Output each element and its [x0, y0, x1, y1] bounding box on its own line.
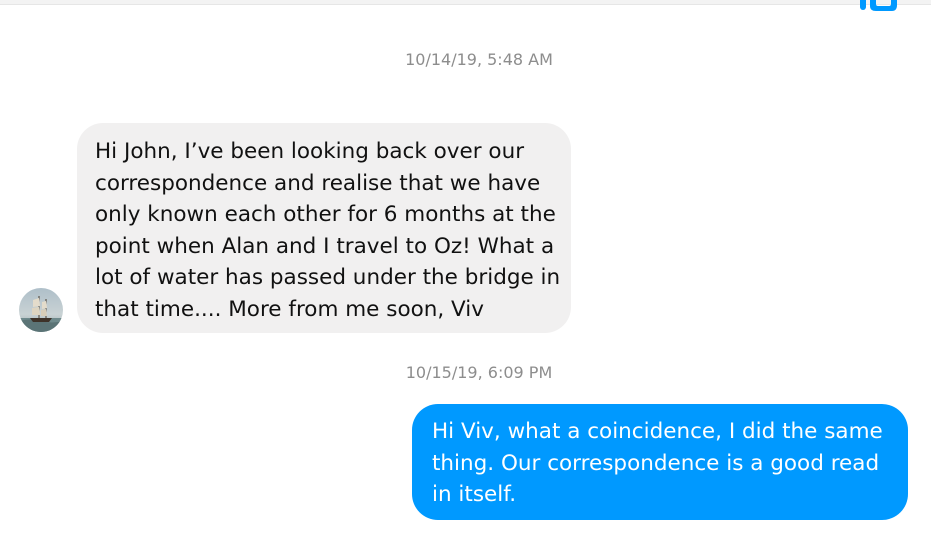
conversation-view: 10/14/19, 5:48 AM Hi John, I’ve been loo: [0, 0, 931, 543]
contact-avatar[interactable]: [19, 288, 63, 332]
message-text-line: Hi John, I’ve been looking back over our: [95, 139, 525, 164]
message-text-line: only known each other for 6 months at th…: [95, 202, 556, 227]
incoming-message-bubble[interactable]: Hi John, I’ve been looking back over our…: [77, 123, 571, 333]
message-text-line: in itself.: [432, 482, 517, 507]
message-text-line: that time.... More from me soon, Viv: [95, 296, 484, 322]
message-timestamp: 10/14/19, 5:48 AM: [405, 50, 553, 69]
message-text-line: lot of water has passed under the bridge…: [95, 265, 561, 290]
message-text-line: correspondence and realise that we have: [95, 170, 541, 196]
message-timestamp: 10/15/19, 6:09 PM: [405, 363, 553, 382]
header-divider: [0, 0, 931, 5]
messenger-logo-icon[interactable]: [858, 0, 898, 12]
outgoing-message-bubble[interactable]: Hi Viv, what a coincidence, I did the sa…: [412, 404, 908, 520]
message-text-line: point when Alan and I travel to Oz! What…: [95, 233, 555, 259]
sailing-ship-avatar: [19, 288, 63, 332]
message-text-line: thing. Our correspondence is a good read: [432, 450, 880, 476]
message-text-line: Hi Viv, what a coincidence, I did the sa…: [432, 419, 883, 444]
